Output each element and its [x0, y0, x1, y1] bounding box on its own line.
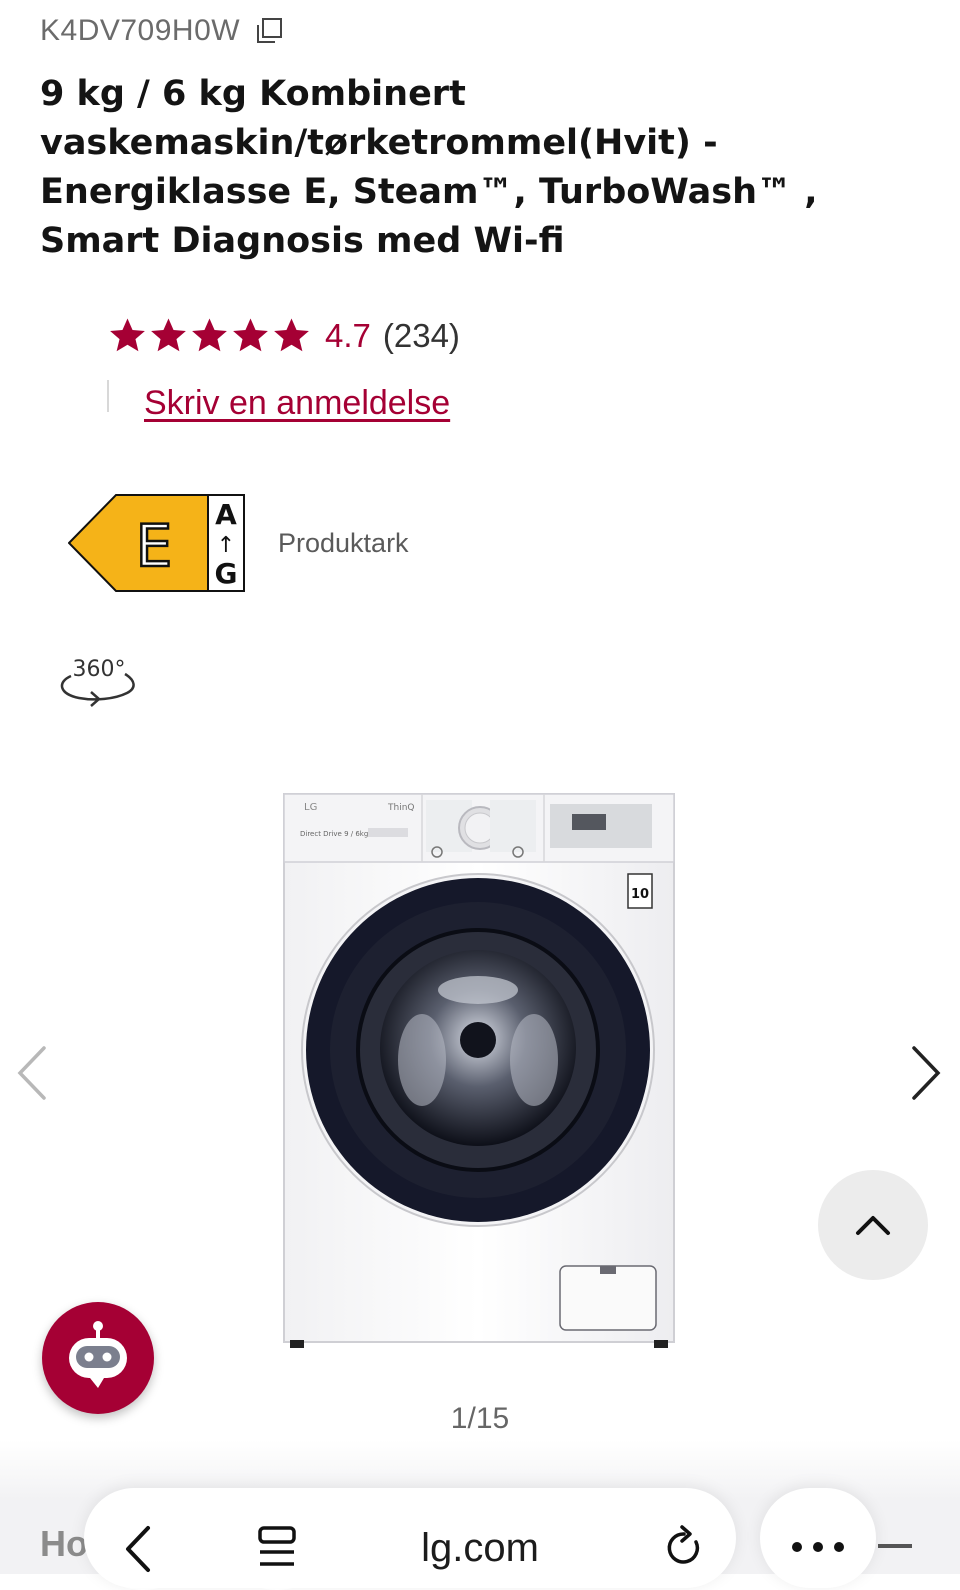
background-partial-text: Ho [40, 1523, 88, 1564]
energy-scale-arrow: ↑ [217, 533, 235, 558]
chevron-up-icon [856, 1216, 890, 1235]
star-icon [274, 318, 309, 352]
chatbot-button[interactable] [42, 1302, 154, 1414]
star-icon [110, 318, 145, 352]
gallery-prev-arrow[interactable] [14, 1044, 50, 1102]
robot-icon [69, 1321, 127, 1388]
more-menu-bg [760, 1488, 876, 1588]
scroll-to-top-button[interactable] [818, 1170, 928, 1280]
rating[interactable]: 4.7 (234) [108, 316, 460, 355]
product-title: 9 kg / 6 kg Kombinert vaskemaskin/tørket… [40, 74, 818, 261]
view-360-label: 360° [73, 657, 126, 682]
url-bar[interactable]: lg.com [360, 1526, 600, 1571]
reload-icon[interactable] [664, 1524, 704, 1570]
warranty-badge: 10 [631, 887, 649, 902]
star-icon [192, 318, 227, 352]
more-options-icon[interactable] [790, 1540, 846, 1554]
drive-label: Direct Drive 9 / 6kg [300, 830, 368, 838]
energy-class: E [136, 512, 173, 580]
product-image[interactable]: LG ThinQ Direct Drive 9 / 6kg 10 [282, 790, 677, 1350]
brand-logo: LG [304, 802, 317, 813]
product-datasheet-link[interactable]: Produktark [278, 528, 409, 559]
model-row: K4DV709H0W [40, 14, 284, 48]
energy-scale-top: A [215, 498, 237, 531]
gallery-next-arrow[interactable] [908, 1044, 944, 1102]
star-icon [233, 318, 268, 352]
tabs-icon[interactable] [256, 1524, 298, 1570]
energy-scale-bottom: G [215, 557, 238, 590]
minimize-icon[interactable] [878, 1544, 912, 1548]
energy-label[interactable]: E A ↑ G [68, 494, 246, 592]
write-review-link[interactable]: Skriv en anmeldelse [144, 384, 450, 423]
gallery-counter: 1/15 [450, 1402, 510, 1435]
model-number: K4DV709H0W [40, 14, 241, 47]
review-count: (234) [382, 316, 460, 354]
rating-value: 4.7 [325, 316, 371, 354]
thinq-label: ThinQ [387, 803, 415, 813]
back-icon[interactable] [122, 1524, 154, 1574]
copy-icon[interactable] [254, 16, 284, 46]
star-icon [151, 318, 186, 352]
star-rating [108, 316, 311, 355]
view-360-button[interactable]: 360° [55, 650, 139, 708]
divider [107, 380, 109, 412]
